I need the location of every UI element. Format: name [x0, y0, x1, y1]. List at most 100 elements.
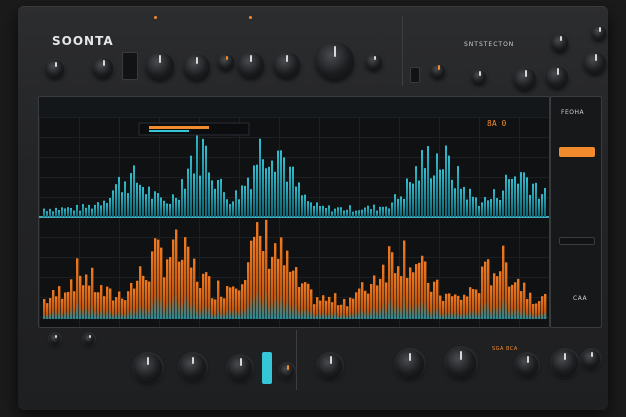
wave-spike-top [370, 209, 372, 217]
wave-spike-bottom [400, 276, 403, 319]
wave-spike-bottom [433, 281, 436, 319]
knob-9[interactable] [431, 64, 445, 78]
wave-spike-top [439, 169, 441, 217]
waveform-display[interactable]: 8A 0 [38, 96, 550, 328]
fader-cyan[interactable] [262, 352, 272, 384]
wave-spike-bottom [544, 293, 547, 319]
wave-spike-top [187, 168, 189, 217]
knob-b5[interactable] [228, 356, 252, 380]
knob-1[interactable] [46, 60, 64, 78]
wave-spike-bottom [286, 250, 289, 319]
knob-b8[interactable] [396, 350, 424, 378]
wave-spike-top [58, 210, 60, 217]
wave-spike-bottom [457, 295, 460, 319]
knob-13[interactable] [546, 66, 568, 88]
wave-spike-top [256, 164, 258, 217]
wave-spike-top [463, 186, 465, 217]
wave-spike-bottom [373, 275, 376, 319]
wave-spike-bottom [403, 240, 406, 319]
wave-spike-bottom [58, 286, 61, 319]
brand-logo: SOONTA [52, 34, 114, 48]
wave-spike-top [184, 188, 186, 217]
knob-b9[interactable] [446, 348, 476, 378]
wave-spike-top [229, 204, 231, 217]
fader-1[interactable] [122, 52, 138, 80]
wave-spike-top [130, 173, 132, 217]
wave-spike-bottom [307, 283, 310, 319]
wave-spike-bottom [508, 286, 511, 319]
main-knob[interactable] [316, 42, 354, 80]
wave-spike-bottom [133, 288, 136, 319]
wave-spike-bottom [202, 273, 205, 319]
wave-spike-bottom [223, 298, 226, 319]
wave-spike-bottom [292, 270, 295, 319]
wave-spike-bottom [337, 305, 340, 319]
knob-6[interactable] [238, 52, 264, 78]
knob-10[interactable] [472, 70, 486, 84]
wave-spike-bottom [532, 304, 535, 319]
wave-spike-top [529, 194, 531, 217]
knob-b12[interactable] [582, 350, 600, 368]
knob-2[interactable] [93, 58, 113, 78]
wave-spike-bottom [205, 272, 208, 319]
wave-spike-bottom [100, 285, 103, 319]
side-value: CAA [573, 295, 588, 302]
knob-b1[interactable] [50, 334, 60, 344]
knob-b4[interactable] [180, 354, 206, 380]
led-indicator-icon [249, 16, 252, 19]
wave-spike-bottom [121, 298, 124, 319]
knob-14[interactable] [584, 52, 606, 74]
wave-spike-bottom [541, 296, 544, 319]
wave-spike-bottom [178, 261, 181, 319]
wave-spike-bottom [421, 255, 424, 319]
knob-4[interactable] [184, 54, 210, 80]
knob-b2[interactable] [84, 334, 94, 344]
wave-spike-top [127, 193, 129, 217]
knob-b11[interactable] [552, 350, 578, 376]
knob-3[interactable] [146, 52, 174, 80]
knob-b10[interactable] [516, 354, 538, 376]
wave-spike-bottom [325, 300, 328, 319]
wave-spike-top [376, 210, 378, 217]
wave-spike-bottom [394, 273, 397, 319]
wave-spike-bottom [187, 246, 190, 319]
wave-spike-bottom [370, 283, 373, 319]
wave-spike-top [445, 145, 447, 217]
knob-b6[interactable] [280, 364, 294, 378]
knob-15[interactable] [592, 26, 606, 40]
wave-spike-bottom [226, 286, 229, 319]
knob-11[interactable] [514, 68, 536, 90]
wave-spike-top [385, 206, 387, 217]
knob-12[interactable] [552, 34, 568, 52]
wave-spike-top [223, 192, 225, 217]
wave-spike-bottom [289, 271, 292, 319]
wave-spike-top [487, 200, 489, 217]
knob-8[interactable] [366, 54, 382, 70]
knob-b3[interactable] [134, 354, 162, 382]
wave-spike-bottom [139, 266, 142, 319]
wave-spike-bottom [106, 286, 109, 319]
wave-spike-top [160, 197, 162, 217]
side-accent-button[interactable] [559, 147, 595, 157]
toggle-switch[interactable] [410, 67, 420, 83]
wave-spike-bottom [496, 276, 499, 319]
wave-spike-top [88, 204, 90, 217]
knob-b7[interactable] [318, 354, 342, 378]
wave-spike-bottom [52, 290, 55, 319]
wave-spike-bottom [271, 256, 274, 319]
wave-spike-bottom [259, 235, 262, 319]
wave-spike-top [415, 166, 417, 217]
wave-spike-top [427, 146, 429, 217]
wave-spike-bottom [328, 296, 331, 319]
wave-spike-bottom [265, 219, 268, 319]
wave-spike-bottom [130, 282, 133, 319]
wave-spike-top [340, 207, 342, 217]
knob-7[interactable] [274, 52, 300, 78]
wave-spike-top [148, 186, 150, 217]
wave-spike-top [97, 202, 99, 217]
knob-5[interactable] [218, 54, 234, 70]
side-button[interactable] [559, 237, 595, 245]
wave-spike-top [496, 198, 498, 217]
wave-spike-bottom [529, 292, 532, 319]
wave-spike-top [514, 176, 516, 217]
